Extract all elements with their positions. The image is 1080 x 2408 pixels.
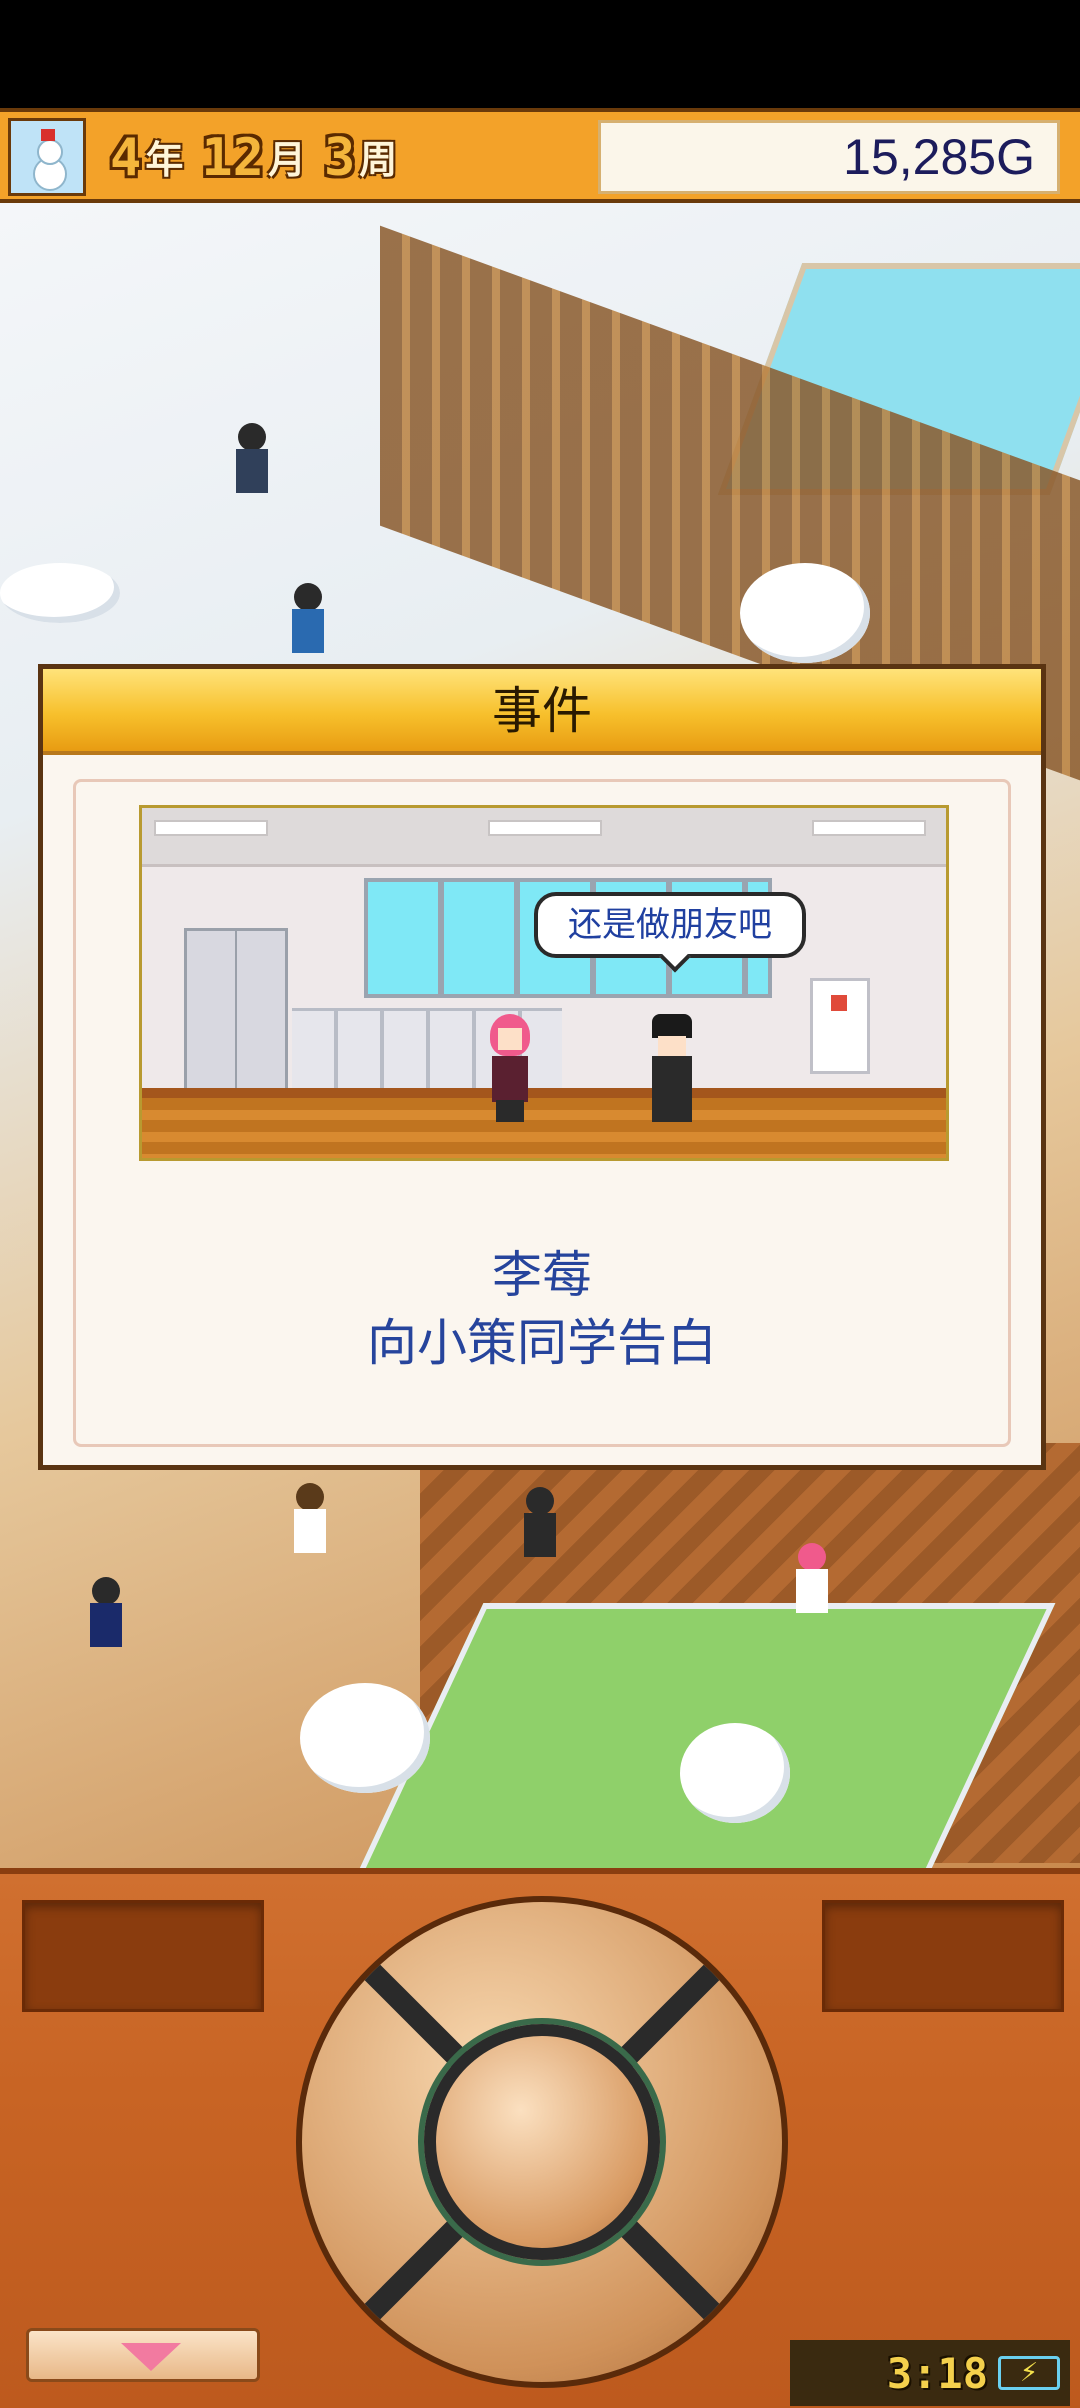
triangle-down-icon: [121, 2343, 181, 2371]
week-number: 3: [323, 128, 356, 188]
right-action-button[interactable]: [822, 1900, 1064, 2012]
left-action-button[interactable]: [22, 1900, 264, 2012]
classroom-door: [184, 928, 288, 1103]
student-character[interactable]: [790, 1543, 834, 1627]
student-character[interactable]: [288, 1483, 332, 1567]
time-display: 3:18 ⚡: [790, 2340, 1070, 2406]
directional-pad[interactable]: [296, 1896, 788, 2388]
clock-time: 3:18: [886, 2348, 988, 2398]
year-number: 4: [110, 128, 142, 188]
status-bar: [0, 0, 1080, 108]
speech-bubble: 还是做朋友吧: [534, 892, 806, 958]
student-name: 李莓: [492, 1246, 592, 1304]
student-character[interactable]: [286, 583, 330, 667]
snow-pile: [680, 1723, 790, 1823]
student-character[interactable]: [84, 1577, 128, 1661]
menu-toggle-button[interactable]: [26, 2328, 260, 2382]
snow-pile: [0, 563, 120, 623]
month-number: 12: [201, 128, 264, 188]
first-aid-cabinet: [810, 978, 870, 1074]
dialog-title: 事件: [43, 669, 1041, 755]
controller-panel: 3:18 ⚡: [0, 1868, 1080, 2408]
month-unit: 月: [267, 138, 306, 182]
event-dialog[interactable]: 事件 还是做朋友吧 李莓 向小策同学告白: [38, 664, 1046, 1470]
money-display[interactable]: 15,285G: [598, 120, 1060, 194]
snow-pile: [300, 1683, 430, 1793]
year-unit: 年: [145, 138, 184, 182]
girl-character: [480, 1014, 540, 1124]
top-hud: 4 年 12 月 3 周 15,285G: [0, 108, 1080, 203]
dpad-center-button[interactable]: [424, 2024, 660, 2260]
student-character[interactable]: [518, 1487, 562, 1571]
event-scene: 还是做朋友吧: [139, 805, 949, 1161]
week-unit: 周: [359, 138, 398, 182]
event-description: 向小策同学告白: [367, 1314, 717, 1372]
boy-character: [642, 1014, 702, 1124]
game-date: 4 年 12 月 3 周: [110, 126, 411, 188]
battery-charging-icon: ⚡: [998, 2356, 1060, 2390]
snowman-icon: [8, 118, 86, 196]
student-character[interactable]: [230, 423, 274, 507]
snow-pile: [740, 563, 870, 663]
